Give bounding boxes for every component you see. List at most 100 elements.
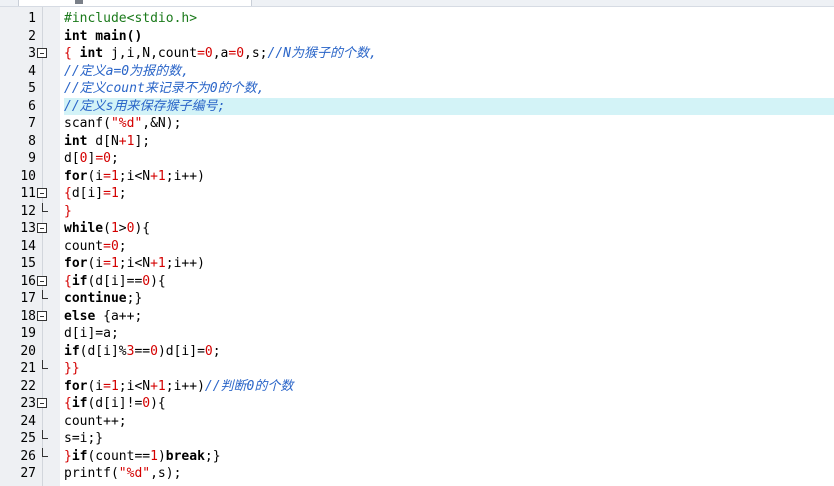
code-text: {if(d[i]==0){ [64,273,834,291]
code-token: ;i++) [165,256,205,271]
code-token: ) [157,448,166,464]
code-token: ,s); [150,466,182,481]
code-text: #include<stdio.h> [64,10,834,28]
code-line[interactable]: 25 s=i;} [0,430,834,448]
fold-marker [36,115,50,133]
code-line[interactable]: 22 for(i=1;i<N+1;i++)//判断0的个数 [0,378,834,396]
code-line[interactable]: 8 int d[N+1]; [0,133,834,151]
fold-marker [36,343,50,361]
tab-bar [0,0,834,7]
line-number: 18 [20,308,36,324]
line-number: 19 [20,326,36,341]
fold-marker [36,430,50,448]
code-token: ,a [212,46,229,61]
code-token: d[i]=a; [64,326,119,341]
fold-marker [36,290,50,308]
code-token: +1 [150,168,166,184]
code-line[interactable]: 17 continue;} [0,290,834,308]
code-token: 0 [142,396,151,411]
code-text: } [64,203,834,221]
code-line[interactable]: 26}if(count==1)break;} [0,447,834,466]
code-token: count++; [64,413,127,429]
code-line[interactable]: 24 count++; [0,413,834,431]
fold-marker[interactable] [36,220,50,238]
code-text: d[0]=0; [64,150,834,168]
code-line[interactable]: 4 //定义a=0为报的数, [0,63,834,81]
code-line[interactable]: 11 {d[i]=1; [0,185,834,203]
code-token: 0 [142,273,151,289]
code-line[interactable]: 1 #include<stdio.h> [0,10,834,28]
fold-end-icon [42,202,48,212]
code-line[interactable]: 6 //定义s用来保存猴子编号; [0,97,834,116]
code-token: +1 [118,133,135,149]
code-line[interactable]: 18 else {a++; [0,308,834,326]
fold-marker [36,133,50,151]
line-number: 13 [20,221,36,236]
code-token: } [64,203,72,219]
code-line[interactable]: 16 {if(d[i]==0){ [0,273,834,291]
code-token: ;i++) [165,378,205,394]
fold-marker [36,238,50,256]
fold-marker[interactable] [36,273,50,291]
code-token: }} [64,361,80,376]
code-line[interactable]: 13 while(1>0){ [0,220,834,238]
code-text: count=0; [64,238,834,256]
fold-end-icon [42,430,48,439]
collapse-icon[interactable] [37,188,47,198]
code-line[interactable]: 2 int main() [0,28,834,46]
fold-marker [36,202,50,221]
code-line[interactable]: 20 if(d[i]%3==0)d[i]=0; [0,343,834,361]
fold-marker [36,80,50,98]
code-text: if(d[i]%3==0)d[i]=0; [64,343,834,361]
code-line[interactable]: 10 for(i=1;i<N+1;i++) [0,168,834,186]
fold-marker [36,150,50,168]
code-token: scanf( [64,116,111,131]
code-line[interactable]: 19 d[i]=a; [0,325,834,343]
code-token: =1 [103,168,119,184]
code-token: > [118,221,127,236]
collapse-icon[interactable] [37,48,47,58]
line-number: 12 [20,203,36,219]
fold-marker[interactable] [36,185,50,203]
code-token: ;i<N [118,378,151,394]
code-line[interactable]: 5 //定义count来记录不为0的个数, [0,80,834,98]
collapse-icon[interactable] [37,398,47,408]
code-token: if [71,448,88,464]
code-text: }} [64,360,834,378]
fold-marker [36,168,50,186]
code-line[interactable]: 12} [0,202,834,221]
fold-marker [36,98,50,116]
fold-marker[interactable] [36,308,50,326]
code-line[interactable]: 27 printf("%d",s); [0,465,834,483]
collapse-icon[interactable] [37,310,47,321]
fold-marker[interactable] [36,45,50,63]
line-number: 25 [20,431,36,446]
code-token: ,s; [244,46,268,61]
code-line[interactable]: 15 for(i=1;i<N+1;i++) [0,255,834,273]
code-line[interactable]: 21}} [0,360,834,378]
code-token: continue [64,291,127,306]
code-line[interactable]: 14 count=0; [0,238,834,256]
code-token: {a++; [95,308,143,324]
code-line[interactable]: 7 scanf("%d",&N); [0,115,834,133]
code-token: (d[i]== [87,273,143,289]
line-number: 9 [28,151,36,166]
code-line[interactable]: 23 {if(d[i]!=0){ [0,395,834,413]
collapse-icon[interactable] [37,275,47,286]
code-text: //定义s用来保存猴子编号; [64,97,834,115]
code-token: ){ [134,221,151,236]
code-text: for(i=1;i<N+1;i++)//判断0的个数 [64,378,834,396]
code-text: count++; [64,413,834,431]
code-token: (d[i]!= [87,396,143,411]
code-line[interactable]: 9 d[0]=0; [0,150,834,168]
code-token: j,i,N,count [103,46,198,61]
code-text: d[i]=a; [64,325,834,343]
code-text: {if(d[i]!=0){ [64,395,834,413]
fold-marker[interactable] [36,395,50,413]
code-token: { [64,396,72,411]
collapse-icon[interactable] [37,223,47,233]
fold-marker [36,28,50,46]
code-line[interactable]: 3{ int j,i,N,count=0,a=0,s;//N为猴子的个数, [0,45,834,63]
code-token: else [64,308,96,324]
file-tab[interactable] [18,0,252,6]
